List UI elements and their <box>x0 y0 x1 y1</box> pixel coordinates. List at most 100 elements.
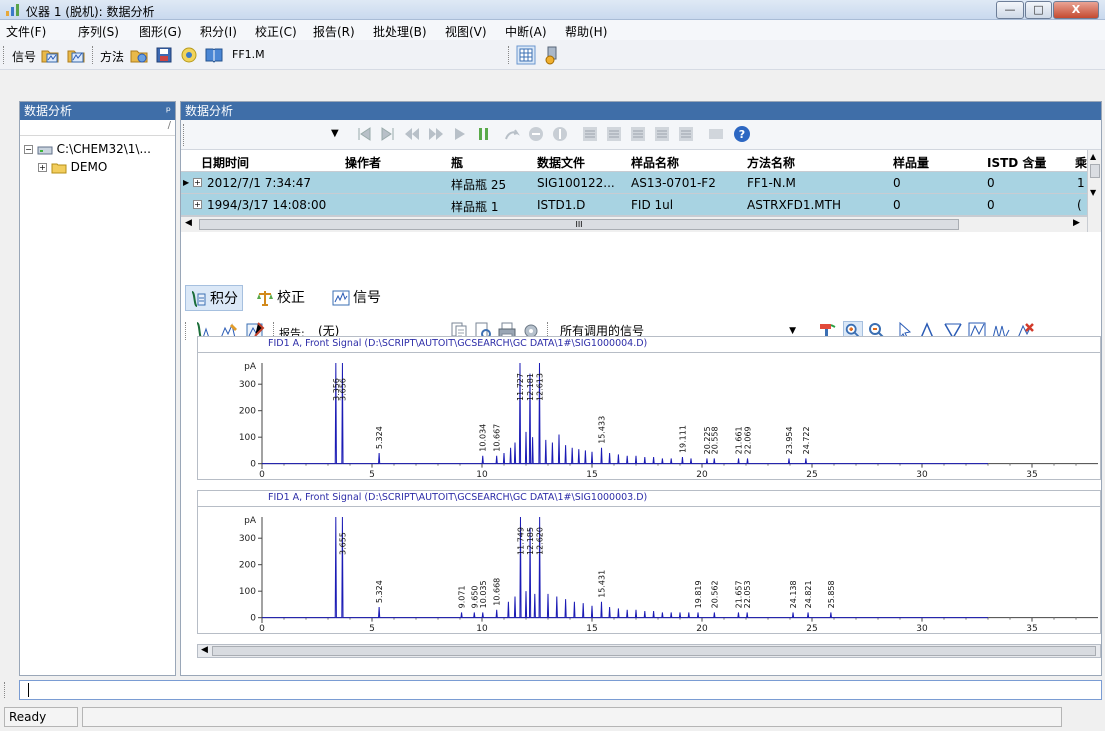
tree-node-chem32[interactable]: − C:\CHEM32\1\... <box>24 142 151 156</box>
menu-report[interactable]: 报告(R) <box>313 23 355 40</box>
report-icon-3[interactable] <box>629 125 647 143</box>
play-icon[interactable] <box>451 125 469 143</box>
load-method-icon[interactable] <box>129 45 149 65</box>
y-tick-label: 0 <box>250 614 256 624</box>
close-button[interactable]: X <box>1053 1 1099 19</box>
previous-record-icon[interactable] <box>379 125 397 143</box>
menu-file[interactable]: 文件(F) <box>6 23 46 40</box>
fast-forward-icon[interactable] <box>427 125 445 143</box>
load-signal-icon[interactable] <box>40 45 60 65</box>
command-line-input[interactable] <box>19 680 1102 700</box>
integration-icon <box>191 291 206 307</box>
column-header-datetime[interactable]: 日期时间 <box>201 154 341 171</box>
chromatogram-plot[interactable]: pA 0 100 200 300 0 5 10 15 20 25 30 35 3.655 5.324 9.07… <box>197 506 1101 634</box>
table-view-icon[interactable] <box>516 45 536 65</box>
y-tick-label: 100 <box>239 433 256 443</box>
toolbar-grip[interactable] <box>3 46 6 64</box>
peak-label: 10.668 <box>493 578 502 606</box>
stop-icon[interactable] <box>527 125 545 143</box>
toolbar-grip[interactable] <box>183 124 186 146</box>
toolbar-grip[interactable] <box>185 322 188 340</box>
table-horizontal-scrollbar[interactable]: ◀ III ▶ <box>181 216 1087 232</box>
instrument-status-icon[interactable] <box>542 45 562 65</box>
abort-icon[interactable] <box>551 125 569 143</box>
signal-trace <box>262 516 988 619</box>
tab-signal[interactable]: 信号 <box>329 285 385 311</box>
scrollbar-thumb[interactable]: III <box>199 219 959 230</box>
x-tick-label: 15 <box>586 624 597 633</box>
x-tick-label: 30 <box>916 624 928 633</box>
column-header-sample-amount[interactable]: 样品量 <box>893 154 973 171</box>
tab-integration[interactable]: 积分 <box>185 285 243 311</box>
menu-calibration[interactable]: 校正(C) <box>255 23 297 40</box>
pin-icon[interactable]: ᵖ <box>166 102 171 120</box>
scroll-left-icon[interactable]: ◀ <box>185 218 192 228</box>
toolbar-grip-2[interactable] <box>508 46 511 64</box>
print-preview-icon[interactable] <box>707 125 725 143</box>
chromatogram-plot[interactable]: pA 0 100 200 300 0 5 10 15 20 25 30 35 3.356 3.656 5.32… <box>197 352 1101 480</box>
chromatogram-title: FID1 A, Front Signal (D:\SCRIPT\AUTOIT\G… <box>197 490 1101 506</box>
x-tick-label: 25 <box>806 624 817 633</box>
report-icon-2[interactable] <box>605 125 623 143</box>
nav-dropdown-arrow-icon[interactable]: ▼ <box>331 128 339 139</box>
rewind-icon[interactable] <box>403 125 421 143</box>
column-header-vial[interactable]: 瓶 <box>451 154 521 171</box>
scroll-down-icon[interactable]: ▼ <box>1090 188 1096 197</box>
menu-abort[interactable]: 中断(A) <box>505 23 547 40</box>
scroll-up-icon[interactable]: ▲ <box>1090 152 1096 161</box>
peak-label: 21.661 <box>735 426 744 454</box>
redo-icon[interactable] <box>503 125 521 143</box>
scrollbar-thumb[interactable] <box>1090 164 1100 178</box>
menu-integration[interactable]: 积分(I) <box>200 23 237 40</box>
command-line-grip[interactable] <box>4 682 7 698</box>
chromatogram-1: FID1 A, Front Signal (D:\SCRIPT\AUTOIT\G… <box>197 336 1101 480</box>
save-method-icon[interactable] <box>154 45 174 65</box>
report-icon-4[interactable] <box>653 125 671 143</box>
scroll-left-icon[interactable]: ◀ <box>201 645 208 655</box>
column-header-sample-name[interactable]: 样品名称 <box>631 154 741 171</box>
tab-calibration[interactable]: 校正 <box>253 285 309 311</box>
pause-icon[interactable] <box>475 125 493 143</box>
minimize-button[interactable]: — <box>996 1 1024 19</box>
menu-sequence[interactable]: 序列(S) <box>78 23 119 40</box>
row-expand-icon[interactable]: + <box>193 178 202 187</box>
menu-view[interactable]: 视图(V) <box>445 23 487 40</box>
cell-datafile: ISTD1.D <box>537 198 586 212</box>
chromatogram-svg[interactable]: pA 0 100 200 300 0 5 10 15 20 25 30 35 3.655 5.324 9.07… <box>198 507 1100 634</box>
help-icon[interactable]: ? <box>733 125 751 143</box>
report-icon-1[interactable] <box>581 125 599 143</box>
load-multiple-signal-icon[interactable] <box>66 45 86 65</box>
column-header-istd-amount[interactable]: ISTD 含量 <box>987 154 1067 171</box>
maximize-button[interactable]: □ <box>1025 1 1052 19</box>
column-header-operator[interactable]: 操作者 <box>345 154 445 171</box>
method-info-icon[interactable] <box>179 45 199 65</box>
chromatogram-svg[interactable]: pA01002003000 5 10 15 20 25 30 353.3563.6565.32… <box>198 353 1100 480</box>
column-header-multiplier[interactable]: 乘 <box>1075 154 1087 171</box>
x-tick-label: 20 <box>696 624 708 633</box>
peak-label: 3.656 <box>338 378 347 401</box>
collapse-icon[interactable]: − <box>24 145 33 154</box>
toolbar-separator <box>92 46 95 64</box>
table-vertical-scrollbar[interactable]: ▲ ▼ <box>1087 150 1101 232</box>
status-text: Ready <box>4 707 78 727</box>
column-header-method-name[interactable]: 方法名称 <box>747 154 867 171</box>
method-book-icon[interactable] <box>204 45 224 65</box>
report-icon-5[interactable] <box>677 125 695 143</box>
menu-batch[interactable]: 批处理(B) <box>373 23 427 40</box>
chromatogram-horizontal-scrollbar[interactable]: ◀ <box>197 644 1101 658</box>
cell-multiplier: 1 <box>1077 176 1085 190</box>
scroll-right-icon[interactable]: ▶ <box>1073 218 1080 228</box>
table-row[interactable]: ▶ + 2012/7/1 7:34:47 样品瓶 25 SIG100122...… <box>181 172 1087 194</box>
tree-node-demo[interactable]: + DEMO <box>38 160 107 174</box>
app-icon <box>6 4 19 16</box>
peak-label: 12.181 <box>526 373 535 401</box>
peak-label: 12.620 <box>536 527 545 555</box>
menu-graphics[interactable]: 图形(G) <box>139 23 182 40</box>
first-record-icon[interactable] <box>355 125 373 143</box>
table-row[interactable]: + 1994/3/17 14:08:00 样品瓶 1 ISTD1.D FID 1… <box>181 194 1087 216</box>
row-expand-icon[interactable]: + <box>193 200 202 209</box>
scrollbar-thumb[interactable] <box>212 646 1096 656</box>
menu-help[interactable]: 帮助(H) <box>565 23 607 40</box>
expand-icon[interactable]: + <box>38 163 47 172</box>
column-header-datafile[interactable]: 数据文件 <box>537 154 617 171</box>
